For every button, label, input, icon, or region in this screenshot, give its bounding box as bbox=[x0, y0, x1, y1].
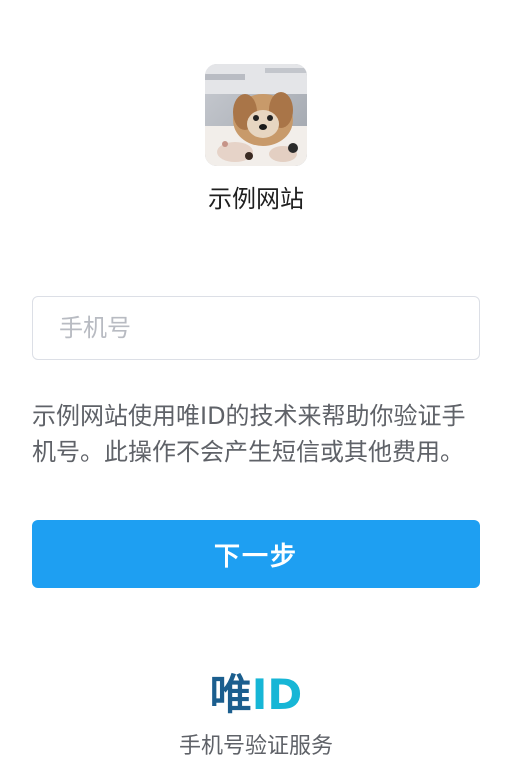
site-name: 示例网站 bbox=[208, 185, 304, 213]
next-step-button[interactable]: 下一步 bbox=[32, 520, 480, 588]
phone-number-input[interactable] bbox=[32, 296, 480, 360]
brand-name-id: ID bbox=[251, 670, 303, 719]
brand-caption: 手机号验证服务 bbox=[178, 734, 333, 759]
privacy-notice-text: 示例网站使用唯ID的技术来帮助你验证手机号。此操作不会产生短信或其他费用。 bbox=[32, 402, 466, 466]
site-logo-dog-photo-icon bbox=[205, 64, 307, 166]
brand-logo: 唯ID bbox=[0, 668, 512, 722]
verification-page: 示例网站 示例网站使用唯ID的技术来帮助你验证手机号。此操作不会产生短信或其他费… bbox=[0, 0, 512, 768]
brand-name-cn: 唯 bbox=[209, 670, 252, 719]
